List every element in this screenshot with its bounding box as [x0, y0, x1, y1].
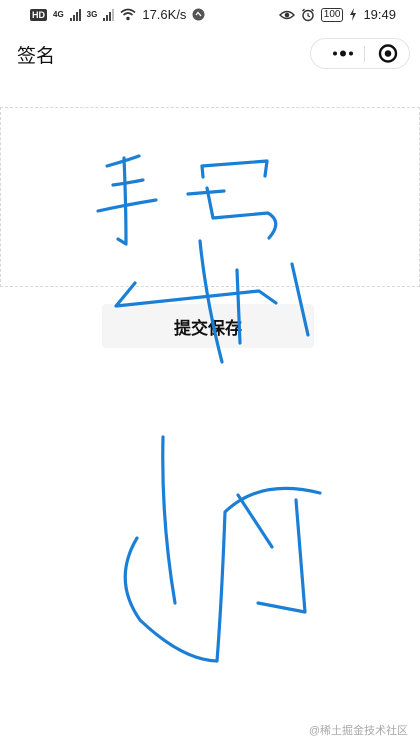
- status-left: HD 4G 3G 17.6K/s: [30, 7, 205, 22]
- watermark: @稀土掘金技术社区: [308, 725, 408, 737]
- network-3g-label: 3G: [86, 9, 98, 19]
- close-mini-program-button[interactable]: [373, 39, 407, 68]
- clock-time: 19:49: [363, 7, 396, 22]
- page-title: 签名: [17, 46, 56, 67]
- ink-stroke: [161, 435, 177, 605]
- status-bar: HD 4G 3G 17.6K/s 100 19:49: [0, 0, 420, 32]
- hd-badge: HD: [30, 8, 47, 21]
- battery-indicator: 100: [320, 7, 344, 22]
- app-notification-icon: [192, 8, 205, 21]
- target-close-icon: [378, 44, 398, 63]
- wifi-icon: [120, 8, 136, 21]
- signal-icon: [69, 8, 81, 21]
- submit-save-button[interactable]: 提交保存: [102, 304, 314, 348]
- ink-stroke: [256, 498, 307, 614]
- charging-icon: [350, 8, 357, 21]
- title-bar: 签名: [0, 32, 420, 76]
- signal-icon-secondary: [103, 8, 115, 21]
- more-button[interactable]: [325, 39, 361, 68]
- more-icon: [333, 50, 353, 57]
- signature-canvas[interactable]: [0, 107, 420, 287]
- network-4g-label: 4G: [53, 9, 64, 19]
- ink-stroke: [123, 486, 322, 663]
- alarm-icon: [301, 8, 314, 21]
- status-right: 100 19:49: [278, 7, 396, 22]
- eye-icon: [278, 10, 295, 19]
- network-speed: 17.6K/s: [142, 7, 187, 22]
- mini-program-capsule: [310, 38, 410, 69]
- capsule-divider: [364, 46, 365, 62]
- ink-stroke: [236, 493, 274, 549]
